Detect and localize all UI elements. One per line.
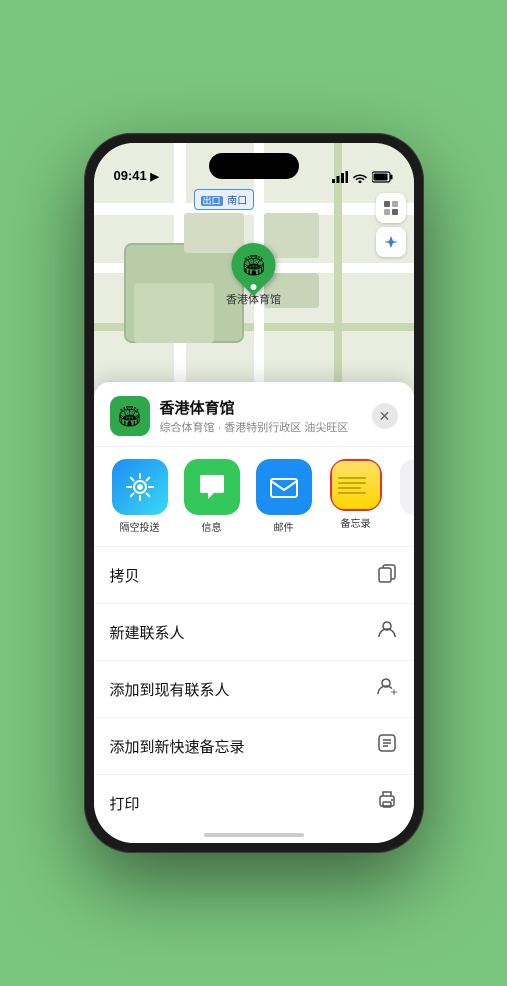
dynamic-island [209,153,299,179]
share-row: 隔空投送 信息 [94,447,414,547]
action-list: 拷贝 新建联系人 [94,547,414,835]
action-add-existing[interactable]: 添加到现有联系人 + [94,661,414,718]
svg-text:+: + [390,685,397,697]
wifi-icon [352,171,368,183]
mail-label: 邮件 [274,519,294,534]
phone-screen: 09:41 ▶ [94,143,414,843]
place-header: 🏟 香港体育馆 综合体育馆 · 香港特别行政区 油尖旺区 ✕ [94,382,414,447]
action-copy-label: 拷贝 [110,565,140,586]
location-button[interactable] [376,227,406,257]
signal-icon [332,171,348,183]
action-print-label: 打印 [110,793,140,814]
share-item-mail[interactable]: 邮件 [254,459,314,534]
close-button[interactable]: ✕ [372,403,398,429]
add-existing-icon: + [376,675,398,703]
place-info: 香港体育馆 综合体育馆 · 香港特别行政区 油尖旺区 [160,397,372,435]
airdrop-icon [112,459,168,515]
share-item-airdrop[interactable]: 隔空投送 [110,459,170,534]
action-copy[interactable]: 拷贝 [94,547,414,604]
share-item-notes[interactable]: 备忘录 [326,459,386,534]
place-subtitle: 综合体育馆 · 香港特别行政区 油尖旺区 [160,419,372,435]
battery-icon [372,171,394,183]
status-icons [332,171,394,183]
add-notes-icon [376,732,398,760]
action-add-existing-label: 添加到现有联系人 [110,679,230,700]
share-item-more[interactable]: 提 [398,459,414,534]
print-icon [376,789,398,817]
notes-highlighted-border [330,459,382,511]
location-arrow-icon: ▶ [150,171,158,183]
map-label: 出口 南口 [194,189,255,210]
bottom-sheet: 🏟 香港体育馆 综合体育馆 · 香港特别行政区 油尖旺区 ✕ [94,382,414,843]
place-name: 香港体育馆 [160,397,372,418]
action-add-notes[interactable]: 添加到新快速备忘录 [94,718,414,775]
message-label: 信息 [202,519,222,534]
action-add-notes-label: 添加到新快速备忘录 [110,736,245,757]
share-item-message[interactable]: 信息 [182,459,242,534]
more-icon [400,459,414,515]
map-pin-container: 🏟 香港体育馆 [226,243,281,307]
home-indicator [204,833,304,837]
place-icon: 🏟 [110,396,150,436]
new-contact-icon [376,618,398,646]
notes-icon [332,461,380,509]
status-time: 09:41 ▶ [114,168,159,183]
copy-icon [376,561,398,589]
action-print[interactable]: 打印 [94,775,414,831]
message-icon [184,459,240,515]
action-new-contact[interactable]: 新建联系人 [94,604,414,661]
mail-icon [256,459,312,515]
map-type-button[interactable] [376,193,406,223]
airdrop-label: 隔空投送 [120,519,160,534]
action-new-contact-label: 新建联系人 [110,622,185,643]
map-controls [376,193,406,261]
notes-label: 备忘录 [341,515,371,530]
phone-frame: 09:41 ▶ [84,133,424,853]
